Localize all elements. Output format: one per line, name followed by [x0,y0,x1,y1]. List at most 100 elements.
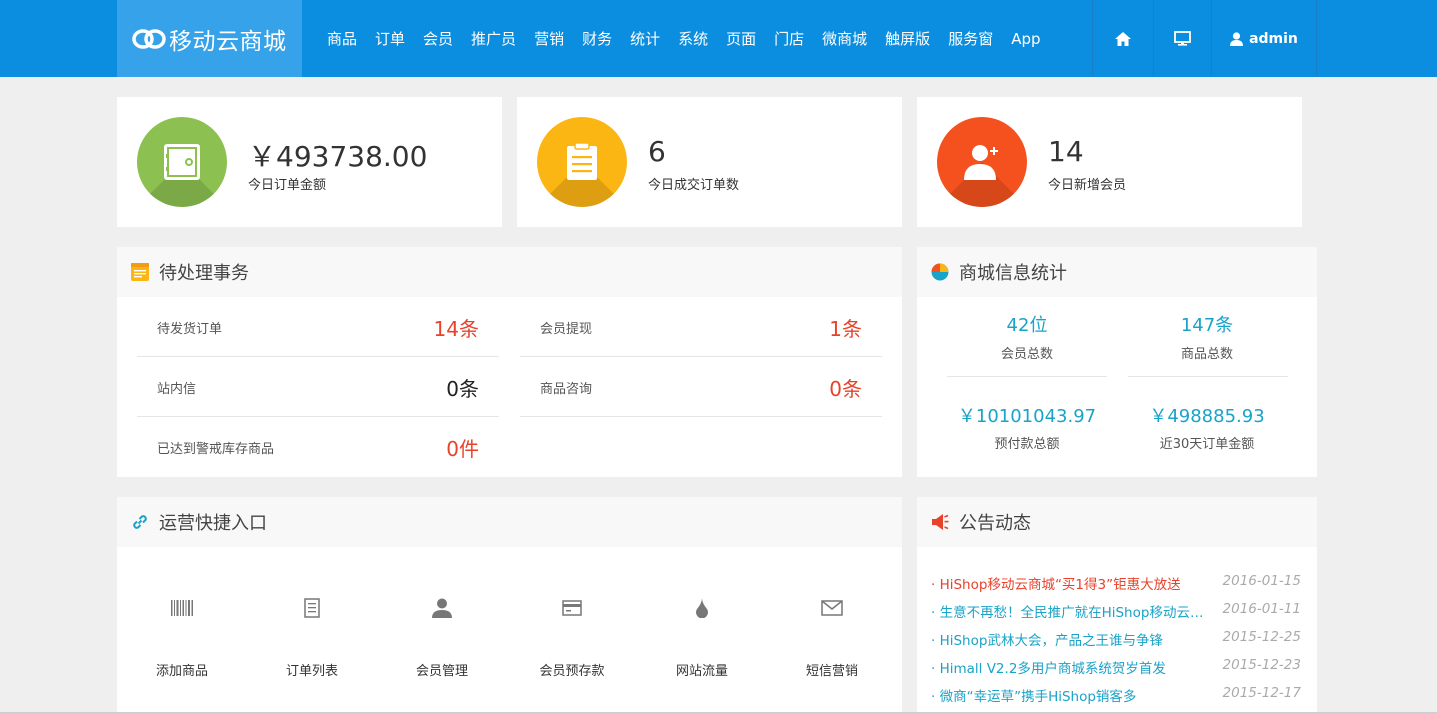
nav-statistics[interactable]: 统计 [630,28,660,49]
shortcut-sms-marketing[interactable]: 短信营销 [767,596,897,679]
store-stats-panel: 商城信息统计 42位 会员总数 147条 商品总数 ￥10101043.97 预… [917,247,1317,477]
nav-pages[interactable]: 页面 [726,28,756,49]
stat-30day-value: ￥498885.93 [1149,406,1265,427]
card-icon [562,600,582,616]
notice-date: 2015-12-25 [1222,629,1301,645]
top-navbar: 移动云商城 商品 订单 会员 推广员 营销 财务 统计 系统 页面 门店 微商城… [0,0,1437,77]
panel-header: 公告动态 [917,497,1317,547]
add-user-icon [964,145,998,180]
home-icon [1115,31,1131,46]
home-button[interactable] [1092,0,1153,77]
shortcuts-panel: 运营快捷入口 添加商品 订单列表 会员管理 会员预存款 网站流量 短信营销 [117,497,902,714]
note-icon [131,263,149,281]
stat-value: 14 [1048,135,1084,168]
notice-title[interactable]: · 生意不再愁！全民推广就在HiShop移动云商城 [931,601,1211,621]
pending-value: 1条 [829,317,862,341]
preview-button[interactable] [1153,0,1211,77]
pie-chart-icon [931,263,949,281]
shortcut-label: 订单列表 [285,664,338,679]
stat-card-order-count: 6 今日成交订单数 [517,97,902,227]
panel-title: 待处理事务 [159,263,249,284]
list-icon [304,598,320,618]
shortcut-label: 短信营销 [805,664,858,679]
pending-item-withdrawal[interactable]: 会员提现 1条 [520,297,882,357]
notice-date: 2015-12-23 [1222,657,1301,673]
nav-marketing[interactable]: 营销 [534,28,564,49]
nav-service-window[interactable]: 服务窗 [948,28,993,49]
pending-label: 待发货订单 [157,322,223,337]
shortcut-member-deposit[interactable]: 会员预存款 [507,596,637,679]
notice-date: 2016-01-15 [1222,573,1301,589]
pending-value: 14条 [433,317,479,341]
notice-item[interactable]: · HiShop武林大会，产品之王谁与争锋 2015-12-25 [931,629,1301,649]
nav-app[interactable]: App [1011,30,1040,48]
stat-30day-label: 近30天订单金额 [1159,437,1255,452]
notice-title[interactable]: · HiShop移动云商城“买1得3”钜惠大放送 [931,573,1211,593]
nav-orders[interactable]: 订单 [375,28,405,49]
nav-members[interactable]: 会员 [423,28,453,49]
nav-products[interactable]: 商品 [327,28,357,49]
notice-title[interactable]: · 微商“幸运草”携手HiShop销客多 [931,685,1211,705]
shortcut-site-traffic[interactable]: 网站流量 [637,596,767,679]
pending-label: 商品咨询 [540,382,593,397]
panel-header: 商城信息统计 [917,247,1317,297]
pending-value: 0条 [446,377,479,401]
notice-item[interactable]: · HiShop移动云商城“买1得3”钜惠大放送 2016-01-15 [931,573,1301,593]
announcements-panel: 公告动态 · HiShop移动云商城“买1得3”钜惠大放送 2016-01-15… [917,497,1317,714]
notice-item[interactable]: · 微商“幸运草”携手HiShop销客多 2015-12-17 [931,685,1301,705]
pending-label: 已达到警戒库存商品 [157,442,275,457]
logo-text: 移动云商城 [169,28,287,55]
stat-icon-circle [937,117,1027,207]
nav-stores[interactable]: 门店 [774,28,804,49]
stat-value: 6 [648,135,666,168]
pending-value: 0件 [446,437,479,461]
envelope-icon [821,600,843,616]
username: admin [1249,30,1298,47]
nav-system[interactable]: 系统 [678,28,708,49]
nav-micro-mall[interactable]: 微商城 [822,28,867,49]
notice-date: 2016-01-11 [1222,601,1301,617]
notice-title[interactable]: · Himall V2.2多用户商城系统贺岁首发 [931,657,1211,677]
pending-tasks-panel: 待处理事务 待发货订单 14条 会员提现 1条 站内信 0条 商品咨询 0条 已… [117,247,902,477]
user-icon [432,598,452,618]
link-icon [133,515,147,529]
nav-finance[interactable]: 财务 [582,28,612,49]
notice-title[interactable]: · HiShop武林大会，产品之王谁与争锋 [931,629,1211,649]
stat-prepaid-label: 预付款总额 [994,437,1060,452]
drop-icon [696,598,708,618]
main-nav: 商品 订单 会员 推广员 营销 财务 统计 系统 页面 门店 微商城 触屏版 服… [318,0,1050,77]
shortcut-member-management[interactable]: 会员管理 [377,596,507,679]
stat-card-order-amount: ￥493738.00 今日订单金额 [117,97,502,227]
pending-item-low-stock[interactable]: 已达到警戒库存商品 0件 [137,417,499,477]
logo[interactable]: 移动云商城 [117,0,302,77]
notice-item[interactable]: · 生意不再愁！全民推广就在HiShop移动云商城 2016-01-11 [931,601,1301,621]
stat-products-label: 商品总数 [1180,347,1233,362]
user-menu[interactable]: admin [1211,0,1317,77]
panel-title: 公告动态 [959,513,1031,534]
panel-header: 待处理事务 [117,247,902,297]
stat-label: 今日成交订单数 [648,178,740,193]
panel-header: 运营快捷入口 [117,497,902,547]
notice-item[interactable]: · Himall V2.2多用户商城系统贺岁首发 2015-12-23 [931,657,1301,677]
safe-icon [164,144,200,180]
stat-members-label: 会员总数 [1000,347,1053,362]
stat-label: 今日订单金额 [248,178,327,193]
stat-products-value: 147条 [1180,315,1234,336]
pending-label: 站内信 [157,382,197,397]
nav-promoters[interactable]: 推广员 [471,28,516,49]
pending-item-messages[interactable]: 站内信 0条 [137,357,499,417]
shortcut-label: 添加商品 [155,664,208,679]
megaphone-icon [932,514,949,530]
pending-item-unshipped[interactable]: 待发货订单 14条 [137,297,499,357]
notice-date: 2015-12-17 [1222,685,1301,701]
shortcut-order-list[interactable]: 订单列表 [247,596,377,679]
shortcut-label: 会员管理 [415,664,468,679]
divider [947,376,1107,377]
stat-icon-circle [137,117,227,207]
cloud-link-logo-icon [132,28,166,49]
divider [1128,376,1288,377]
pending-item-inquiries[interactable]: 商品咨询 0条 [520,357,882,417]
nav-touch-version[interactable]: 触屏版 [885,28,930,49]
shortcut-add-product[interactable]: 添加商品 [117,596,247,679]
shortcut-label: 网站流量 [675,664,728,679]
